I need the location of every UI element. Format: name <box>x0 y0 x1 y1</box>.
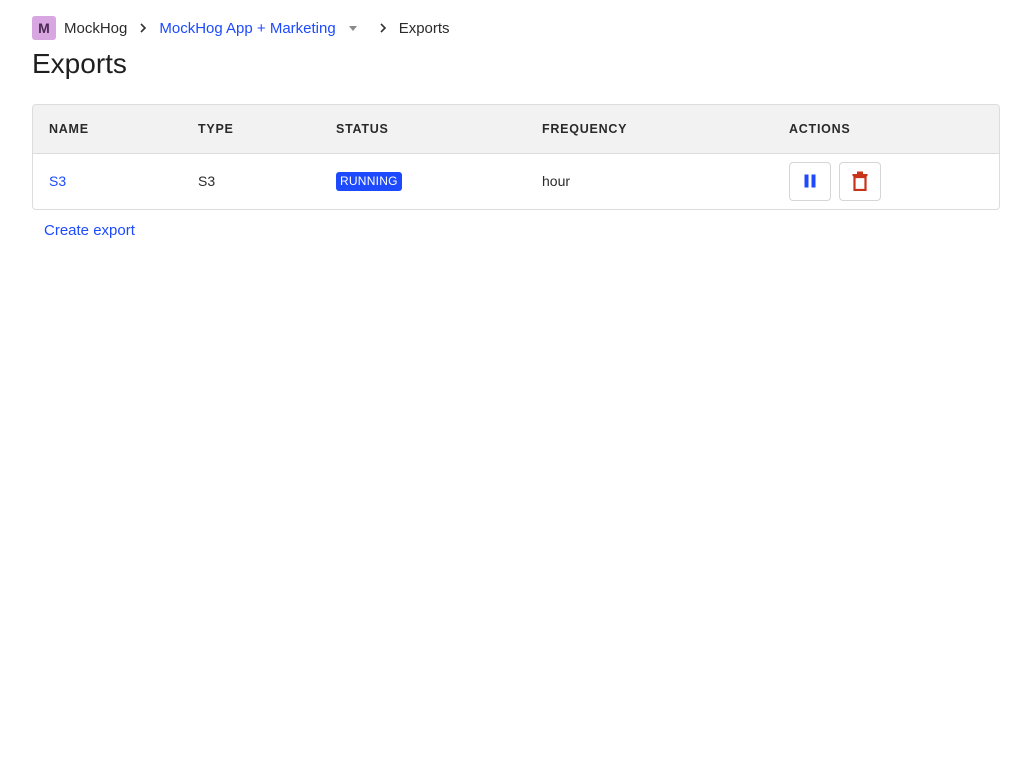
cell-actions <box>773 153 999 209</box>
column-header-status: STATUS <box>320 105 526 154</box>
pause-button[interactable] <box>789 161 831 201</box>
trash-icon <box>852 171 868 192</box>
cell-type: S3 <box>198 173 216 190</box>
table-header-row: NAME TYPE STATUS FREQUENCY ACTIONS <box>33 105 999 154</box>
column-header-frequency: FREQUENCY <box>526 105 773 154</box>
exports-table: NAME TYPE STATUS FREQUENCY ACTIONS S3 S3… <box>32 104 1000 210</box>
breadcrumb-org[interactable]: MockHog <box>64 20 127 37</box>
chevron-right-icon <box>367 16 399 40</box>
column-header-type: TYPE <box>182 105 320 154</box>
caret-down-icon[interactable] <box>348 26 357 31</box>
cell-name: S3 <box>33 153 182 209</box>
org-avatar[interactable]: M <box>32 16 56 40</box>
table-row: S3 S3 RUNNING hour <box>33 153 999 209</box>
breadcrumb: M MockHog MockHog App + Marketing Export… <box>32 16 1000 40</box>
exports-page: M MockHog MockHog App + Marketing Export… <box>0 16 1032 768</box>
project-switcher[interactable]: MockHog App + Marketing <box>159 20 357 37</box>
breadcrumb-project[interactable]: MockHog App + Marketing <box>159 20 335 37</box>
export-name-link[interactable]: S3 <box>49 173 66 189</box>
column-header-actions: ACTIONS <box>773 105 999 154</box>
cell-status: RUNNING <box>320 153 526 209</box>
pause-icon <box>804 174 816 188</box>
create-export-link[interactable]: Create export <box>44 222 135 239</box>
chevron-right-icon <box>127 16 159 40</box>
delete-button[interactable] <box>839 161 881 201</box>
status-badge: RUNNING <box>336 171 402 191</box>
cell-frequency: hour <box>542 173 571 190</box>
breadcrumb-current: Exports <box>398 19 450 37</box>
column-header-name: NAME <box>33 105 182 154</box>
page-title: Exports <box>32 48 127 79</box>
